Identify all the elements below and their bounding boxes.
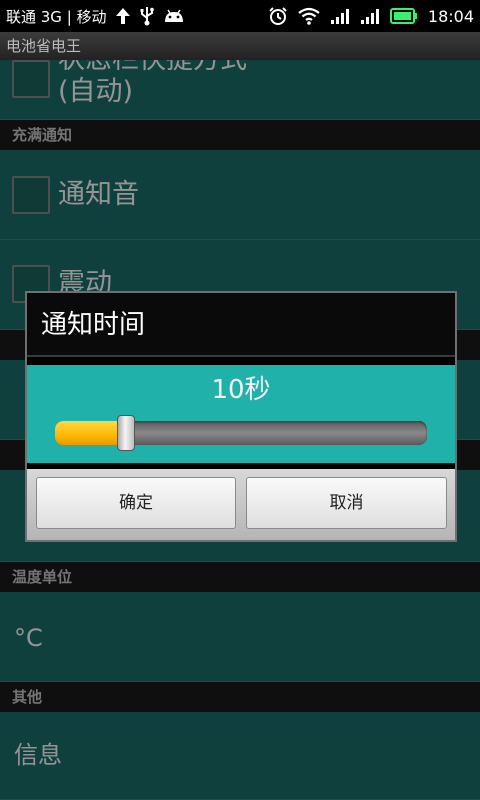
dialog-body: 10秒 [27,365,455,463]
battery-icon [389,8,418,24]
notify-time-dialog: 通知时间 10秒 确定 取消 [25,291,457,542]
ok-button[interactable]: 确定 [36,477,236,529]
slider-fill [55,421,126,445]
usb-icon [139,6,155,26]
clock: 18:04 [427,6,474,26]
slider-value-label: 10秒 [211,375,271,405]
slider-thumb[interactable] [117,415,135,451]
dialog-button-bar: 确定 取消 [27,469,455,540]
alarm-icon [268,6,288,26]
carrier-label: 联通 3G | 移动 [6,7,107,26]
signal-icon [330,7,350,25]
signal-icon [360,7,380,25]
status-bar: 联通 3G | 移动 18:04 [0,0,480,32]
app-title: 电池省电王 [0,32,480,60]
wifi-icon [298,7,320,25]
android-icon [163,8,185,24]
time-slider[interactable] [55,415,427,451]
cancel-button[interactable]: 取消 [246,477,447,529]
dialog-title: 通知时间 [27,293,455,357]
upload-arrow-icon [115,7,131,25]
